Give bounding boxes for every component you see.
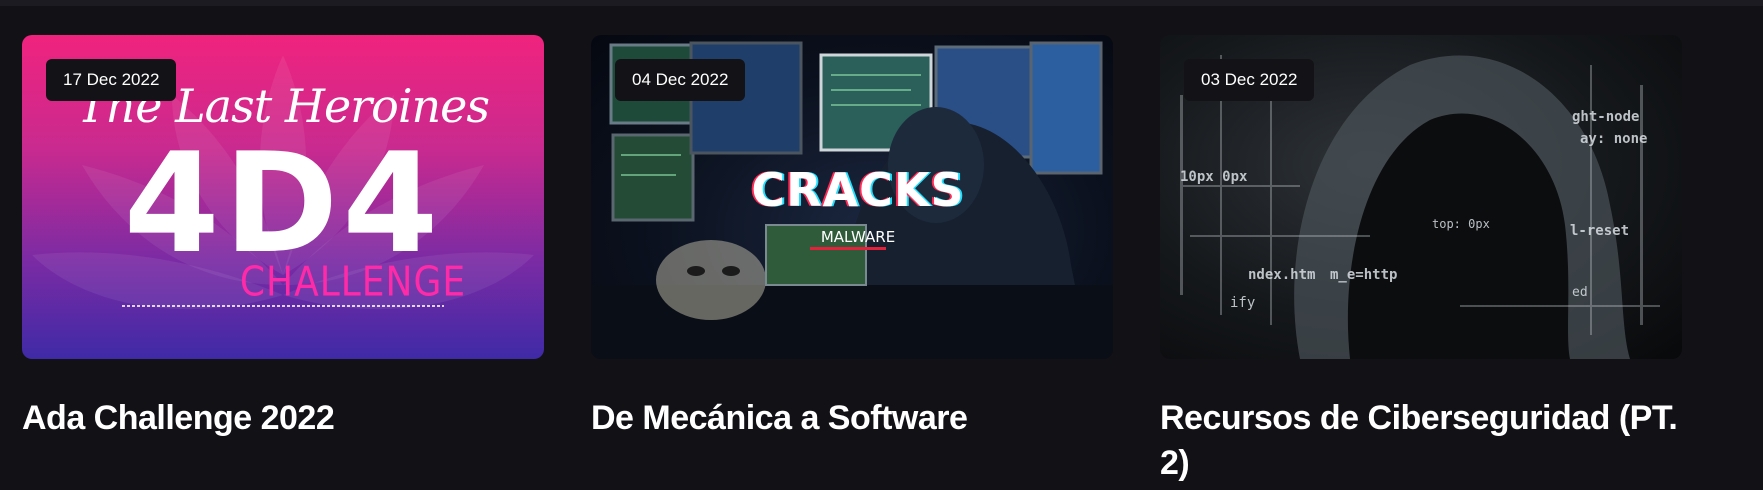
thumbnail-sub-text: CHALLENGE [239, 258, 467, 307]
post-thumbnail[interactable]: The Last Heroines 4D4 CHALLENGE 17 Dec 2… [22, 35, 544, 359]
post-card-mecanica-software[interactable]: CRACKS MALWARE 04 Dec 2022 De Mecánica a… [591, 35, 1113, 486]
code-fragment: top: 0px [1432, 217, 1490, 231]
date-badge: 04 Dec 2022 [615, 59, 746, 101]
code-fragment: l-reset [1570, 223, 1630, 239]
thumbnail-big-text: 4D4 [123, 123, 443, 284]
post-title[interactable]: De Mecánica a Software [591, 396, 1113, 441]
thumbnail-sub-text: MALWARE [820, 228, 896, 246]
post-card-recursos-ciberseguridad[interactable]: ght-node ay: none 10px 0px top: 0px l-re… [1160, 35, 1682, 486]
top-bar [0, 0, 1763, 6]
date-badge: 03 Dec 2022 [1184, 59, 1315, 101]
post-title[interactable]: Ada Challenge 2022 [22, 396, 544, 441]
thumbnail-fine-print [122, 305, 444, 307]
thumbnail-underline [810, 247, 886, 250]
code-fragment: ed [1572, 285, 1588, 300]
code-fragment: 10px 0px [1180, 169, 1248, 185]
post-title[interactable]: Recursos de Ciberseguridad (PT. 2) [1160, 396, 1682, 486]
code-fragment: ify [1230, 295, 1256, 311]
post-thumbnail[interactable]: ght-node ay: none 10px 0px top: 0px l-re… [1160, 35, 1682, 359]
post-grid: The Last Heroines 4D4 CHALLENGE 17 Dec 2… [22, 35, 1682, 486]
code-fragment: ght-node [1572, 109, 1640, 125]
date-badge: 17 Dec 2022 [46, 59, 177, 101]
post-card-ada-challenge[interactable]: The Last Heroines 4D4 CHALLENGE 17 Dec 2… [22, 35, 544, 486]
post-thumbnail[interactable]: CRACKS MALWARE 04 Dec 2022 [591, 35, 1113, 359]
thumbnail-big-text: CRACKS [751, 163, 965, 217]
code-fragment: ndex.htm [1248, 267, 1316, 283]
code-fragment: m_e=http [1330, 267, 1398, 283]
code-fragment: ay: none [1580, 131, 1648, 147]
